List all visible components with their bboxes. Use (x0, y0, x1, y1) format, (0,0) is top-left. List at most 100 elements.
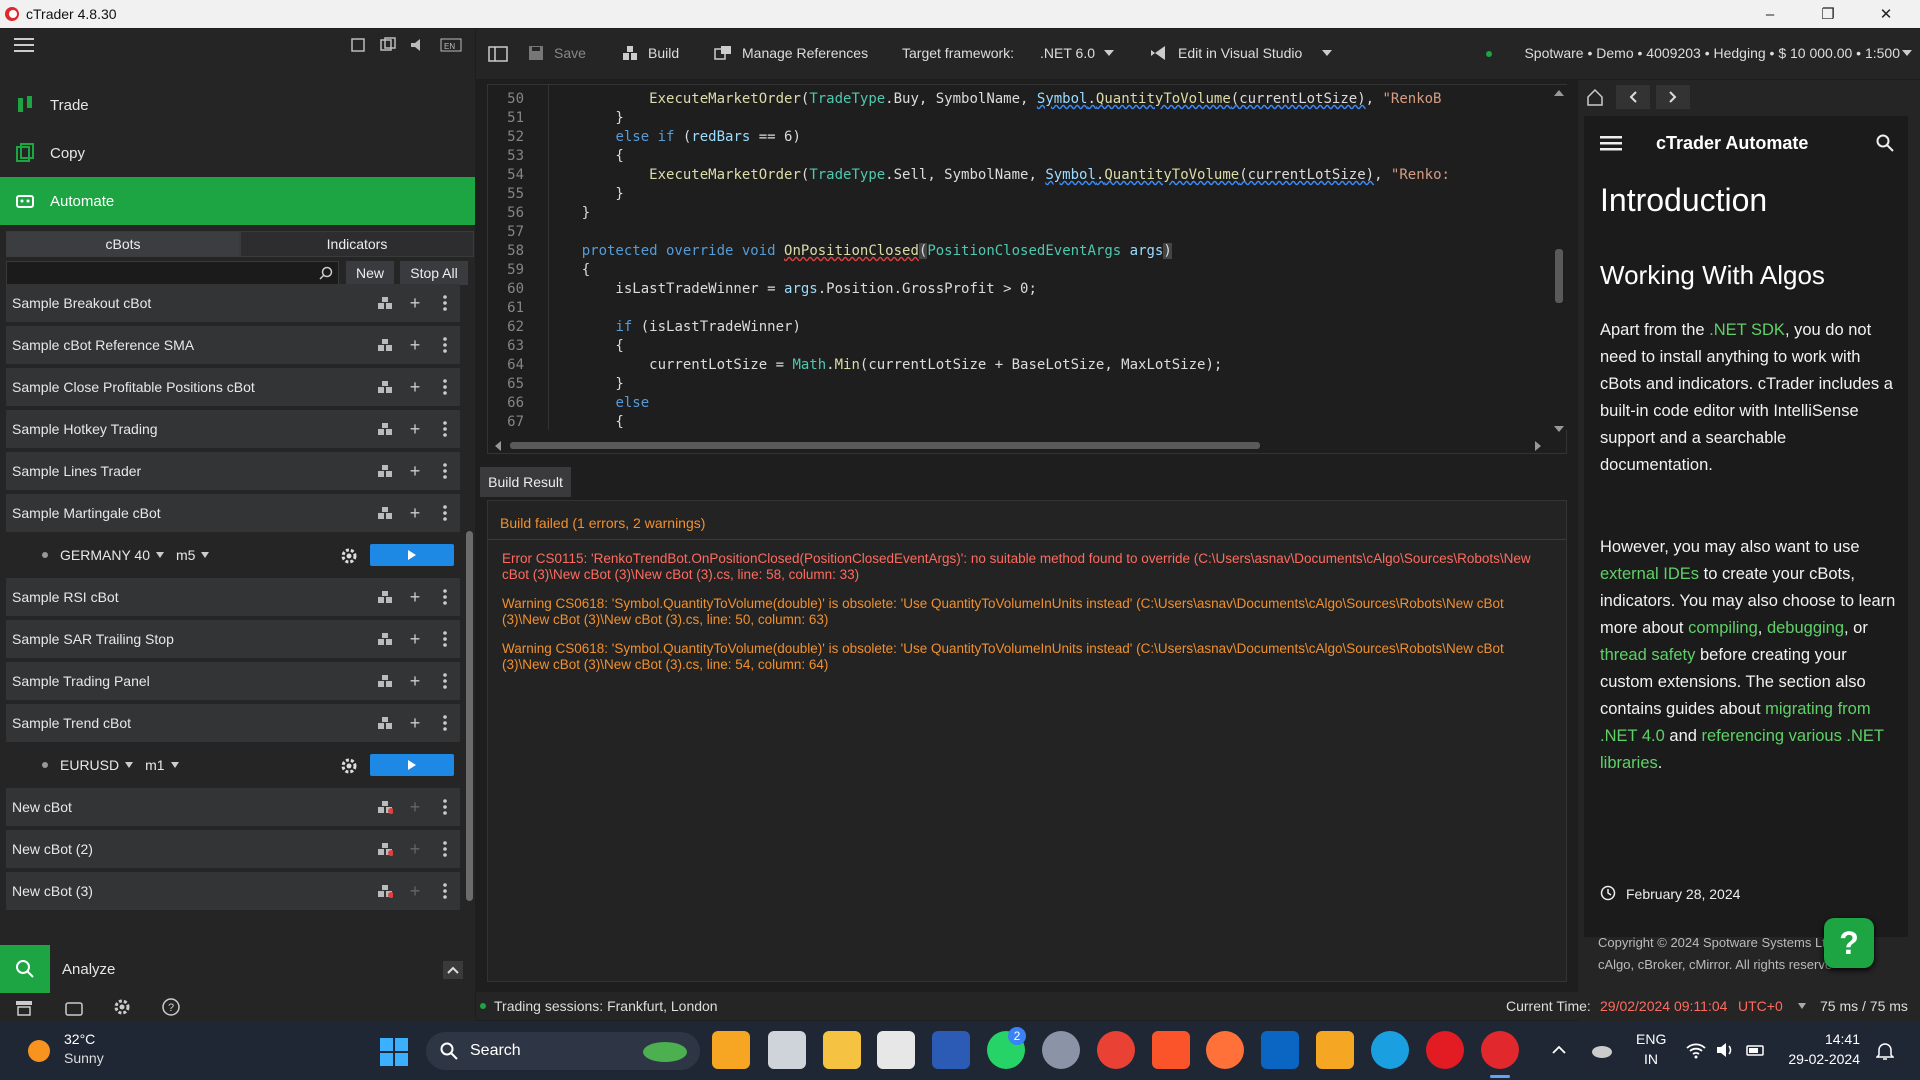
back-button[interactable] (1616, 85, 1650, 109)
add-instance-icon[interactable]: + (400, 704, 430, 742)
brave-icon[interactable] (1152, 1031, 1190, 1069)
scroll-left-icon[interactable] (494, 441, 502, 451)
store-icon[interactable] (14, 999, 34, 1017)
cbot-row[interactable]: New cBot (2) + (6, 830, 460, 868)
volume-icon[interactable] (1716, 1041, 1736, 1059)
scroll-down-icon[interactable] (1554, 425, 1564, 433)
chevron-up-icon[interactable] (443, 961, 463, 979)
more-options-icon[interactable] (430, 830, 460, 868)
more-options-icon[interactable] (430, 452, 460, 490)
window-icon[interactable] (380, 37, 396, 53)
opera-icon[interactable] (1426, 1031, 1464, 1069)
more-options-icon[interactable] (430, 620, 460, 658)
battery-icon[interactable] (1746, 1041, 1766, 1059)
outlook-icon[interactable] (1261, 1031, 1299, 1069)
close-button[interactable]: ✕ (1858, 0, 1914, 28)
settings-icon[interactable] (113, 998, 131, 1016)
more-options-icon[interactable] (430, 410, 460, 448)
chevron-down-icon[interactable] (1322, 49, 1332, 57)
instance-symbol[interactable]: EURUSD (60, 757, 119, 773)
edge-icon[interactable] (1371, 1031, 1409, 1069)
restore-button[interactable]: ❐ (1800, 0, 1856, 28)
cbot-row[interactable]: Sample Lines Trader + (6, 452, 460, 490)
manage-references-button[interactable]: Manage References (742, 45, 868, 61)
add-instance-icon[interactable]: + (400, 326, 430, 364)
chevron-down-icon[interactable] (125, 762, 134, 768)
more-options-icon[interactable] (430, 284, 460, 322)
stop-all-button[interactable]: Stop All (400, 261, 468, 285)
microsoft-store-icon[interactable] (877, 1031, 915, 1069)
language-in[interactable]: IN (1644, 1051, 1658, 1067)
new-cbot-button[interactable]: New (346, 261, 394, 285)
ctrader-taskbar-icon[interactable] (1481, 1031, 1519, 1069)
chevron-down-icon[interactable] (1104, 49, 1114, 57)
more-options-icon[interactable] (430, 326, 460, 364)
editor-vertical-scrollbar[interactable] (1551, 85, 1567, 433)
settings-app-icon[interactable] (1042, 1031, 1080, 1069)
tab-indicators[interactable]: Indicators (240, 231, 474, 257)
notification-bell-icon[interactable] (1876, 1041, 1894, 1061)
taskbar-search-box[interactable]: Search (426, 1032, 700, 1070)
instance-symbol[interactable]: GERMANY 40 (60, 547, 150, 563)
cbot-row[interactable]: Sample Close Profitable Positions cBot + (6, 368, 460, 406)
cbot-row[interactable]: Sample Breakout cBot + (6, 284, 460, 322)
sound-icon[interactable] (410, 37, 428, 53)
scrollbar-thumb[interactable] (466, 531, 473, 901)
instance-timeframe[interactable]: m5 (176, 547, 195, 563)
more-options-icon[interactable] (430, 704, 460, 742)
clock-date[interactable]: 29-02-2024 (1778, 1051, 1860, 1067)
firefox-icon[interactable] (1206, 1031, 1244, 1069)
cbot-build-icon[interactable] (370, 368, 400, 406)
cbot-row[interactable]: Sample cBot Reference SMA + (6, 326, 460, 364)
language-eng[interactable]: ENG (1636, 1031, 1666, 1047)
link-external-ides[interactable]: external IDEs (1600, 565, 1699, 583)
cbot-row[interactable]: New cBot + (6, 788, 460, 826)
cbot-row[interactable]: Sample RSI cBot + (6, 578, 460, 616)
tab-cbots[interactable]: cBots (6, 231, 240, 257)
cbot-row[interactable]: Sample SAR Trailing Stop + (6, 620, 460, 658)
link-compiling[interactable]: compiling (1688, 619, 1758, 637)
link-debugging[interactable]: debugging (1767, 619, 1844, 637)
account-info[interactable]: Spotware • Demo • 4009203 • Hedging • $ … (1490, 45, 1900, 61)
cbot-build-icon[interactable] (370, 662, 400, 700)
add-instance-icon[interactable]: + (400, 578, 430, 616)
add-instance-icon[interactable]: + (400, 662, 430, 700)
build-warning-message[interactable]: Warning CS0618: 'Symbol.QuantityToVolume… (502, 596, 1552, 628)
nav-analyze[interactable]: Analyze (0, 945, 475, 993)
add-instance-icon[interactable]: + (400, 872, 430, 910)
forward-button[interactable] (1656, 85, 1690, 109)
more-options-icon[interactable] (430, 872, 460, 910)
more-options-icon[interactable] (430, 578, 460, 616)
copilot-pre-icon[interactable] (712, 1031, 750, 1069)
more-options-icon[interactable] (430, 494, 460, 532)
cbot-row[interactable]: Sample Trading Panel + (6, 662, 460, 700)
editor-horizontal-scrollbar[interactable] (488, 437, 1551, 453)
chevron-up-icon[interactable] (1552, 1045, 1566, 1055)
cbot-build-error-icon[interactable] (370, 788, 400, 826)
start-instance-button[interactable] (370, 754, 454, 776)
cbot-build-icon[interactable] (370, 452, 400, 490)
more-options-icon[interactable] (430, 662, 460, 700)
more-options-icon[interactable] (430, 788, 460, 826)
link-net-sdk[interactable]: .NET SDK (1709, 321, 1785, 339)
cbot-build-icon[interactable] (370, 410, 400, 448)
nav-automate[interactable]: Automate (0, 177, 475, 225)
wifi-icon[interactable] (1686, 1041, 1706, 1059)
save-button[interactable]: Save (554, 45, 586, 61)
chevron-down-icon[interactable] (1798, 1003, 1806, 1009)
instance-timeframe[interactable]: m1 (145, 757, 164, 773)
cbot-row[interactable]: Sample Trend cBot + (6, 704, 460, 742)
add-instance-icon[interactable]: + (400, 368, 430, 406)
add-instance-icon[interactable]: + (400, 410, 430, 448)
chevron-down-icon[interactable] (170, 762, 179, 768)
onedrive-icon[interactable] (1590, 1039, 1614, 1061)
build-button[interactable]: Build (648, 45, 679, 61)
cbot-row[interactable]: Sample Hotkey Trading + (6, 410, 460, 448)
add-instance-icon[interactable]: + (400, 494, 430, 532)
minimize-button[interactable]: – (1742, 0, 1798, 28)
add-instance-icon[interactable]: + (400, 620, 430, 658)
sublime-icon[interactable] (1316, 1031, 1354, 1069)
search-icon[interactable] (1876, 134, 1894, 152)
cbot-search-input[interactable] (6, 261, 339, 285)
weather-temp[interactable]: 32°C (64, 1031, 95, 1047)
